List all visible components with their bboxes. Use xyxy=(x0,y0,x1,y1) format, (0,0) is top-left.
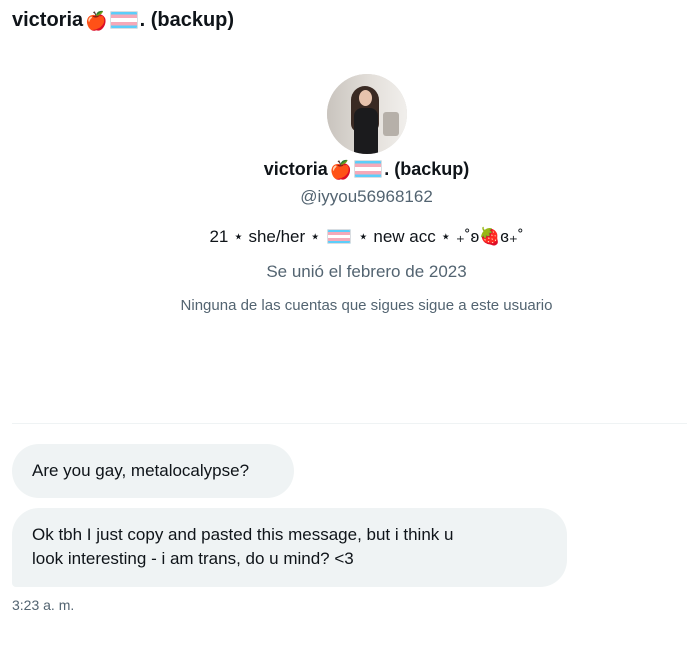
profile-card[interactable]: victoria 🍎 . (backup) @iyyou56968162 21 ⋆ … xyxy=(0,74,687,316)
message-text: Are you gay, metalocalypse? xyxy=(32,461,250,480)
profile-followers-note: Ninguna de las cuentas que sigues sigue … xyxy=(180,297,553,314)
avatar[interactable] xyxy=(326,74,407,154)
conversation-header-title: victoria 🍎 . (backup) xyxy=(12,8,234,33)
profile-joined-date: Se unió el febrero de 2023 xyxy=(266,262,467,281)
message-text-line: Ok tbh I just copy and pasted this messa… xyxy=(32,525,454,544)
header-suffix: . (backup) xyxy=(139,9,235,31)
profile-bio: 21 ⋆ she/her ⋆ ⋆ new acc ⋆ ₊˚ʚ🍓ɞ₊˚ xyxy=(0,226,687,248)
message-text-line: look interesting - i am trans, do u mind… xyxy=(32,549,354,568)
display-name-text: victoria xyxy=(263,159,328,179)
apple-emoji-icon: 🍎 xyxy=(329,160,353,180)
message-bubble[interactable]: Ok tbh I just copy and pasted this messa… xyxy=(12,508,567,587)
transgender-flag-icon xyxy=(109,11,138,29)
transgender-flag-icon xyxy=(354,160,383,178)
header-name: victoria xyxy=(12,9,84,31)
profile-handle: @iyyou56968162 xyxy=(300,187,433,206)
apple-emoji-icon: 🍎 xyxy=(85,11,108,31)
message-timestamp: 3:23 a. m. xyxy=(12,597,75,613)
bio-part-2: ⋆ new acc ⋆ ₊˚ʚ🍓ɞ₊˚ xyxy=(358,227,524,246)
divider xyxy=(12,423,687,424)
transgender-flag-icon xyxy=(327,229,352,244)
profile-display-name[interactable]: victoria 🍎 . (backup) xyxy=(0,158,687,181)
display-name-suffix: . (backup) xyxy=(384,159,470,179)
bio-part-1: 21 ⋆ she/her ⋆ xyxy=(209,227,321,246)
message-bubble[interactable]: Are you gay, metalocalypse? xyxy=(12,444,294,498)
